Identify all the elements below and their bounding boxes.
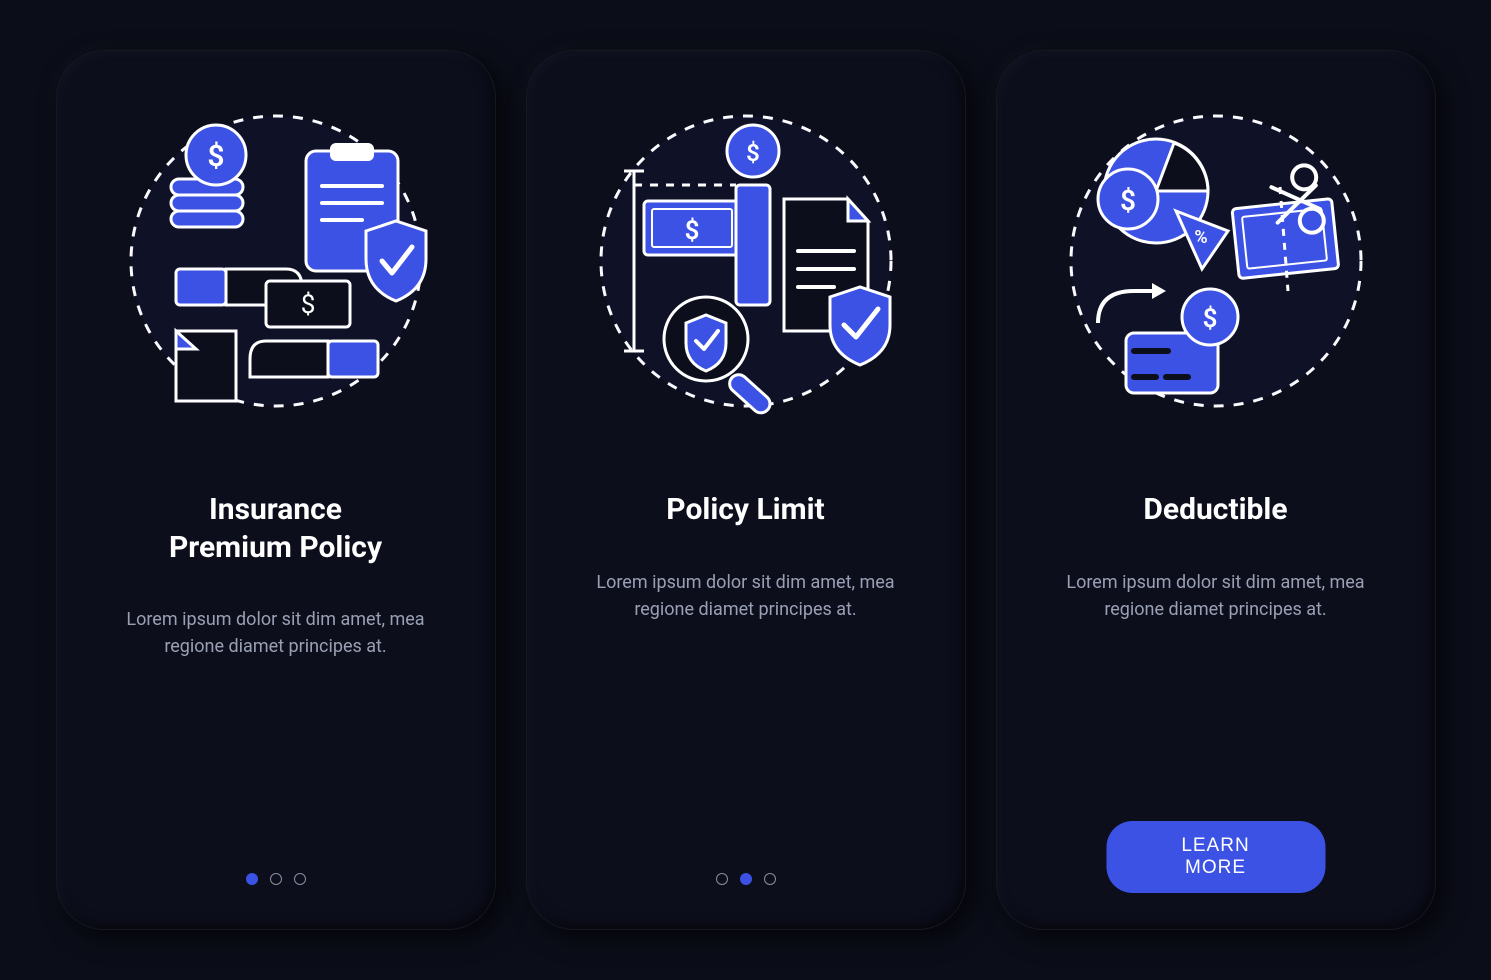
onboarding-description: Lorem ipsum dolor sit dim amet, mea regi… <box>581 569 911 623</box>
onboarding-description: Lorem ipsum dolor sit dim amet, mea regi… <box>111 606 441 660</box>
onboarding-screen-3: $ % <box>996 50 1436 930</box>
policy-limit-illustration: $ $ <box>586 91 906 431</box>
svg-text:$: $ <box>1120 184 1136 217</box>
pager-dot-3[interactable] <box>294 873 306 885</box>
svg-text:$: $ <box>746 139 760 167</box>
svg-text:$: $ <box>1202 304 1217 334</box>
pager-dot-3[interactable] <box>764 873 776 885</box>
onboarding-title: Insurance Premium Policy <box>169 491 382 566</box>
pager-dot-2[interactable] <box>270 873 282 885</box>
onboarding-screen-1: $ $ <box>56 50 496 930</box>
deductible-illustration: $ % <box>1056 91 1376 431</box>
pager <box>527 873 965 885</box>
learn-more-button[interactable]: LEARN MORE <box>1106 821 1325 893</box>
onboarding-title: Policy Limit <box>666 491 824 529</box>
insurance-premium-illustration: $ $ <box>116 91 436 431</box>
pager-dot-1[interactable] <box>246 873 258 885</box>
svg-text:$: $ <box>300 290 315 320</box>
pager-dot-2[interactable] <box>740 873 752 885</box>
document-fold-icon <box>176 331 236 401</box>
pager <box>57 873 495 885</box>
bar-coin-icon: $ <box>727 125 779 305</box>
pager-dot-1[interactable] <box>716 873 728 885</box>
onboarding-description: Lorem ipsum dolor sit dim amet, mea regi… <box>1051 569 1381 623</box>
svg-text:$: $ <box>684 216 699 246</box>
onboarding-screen-2: $ $ <box>526 50 966 930</box>
svg-text:$: $ <box>207 139 224 174</box>
bill-icon: $ <box>644 201 740 255</box>
onboarding-title: Deductible <box>1143 491 1287 529</box>
svg-text:%: % <box>1194 227 1207 248</box>
